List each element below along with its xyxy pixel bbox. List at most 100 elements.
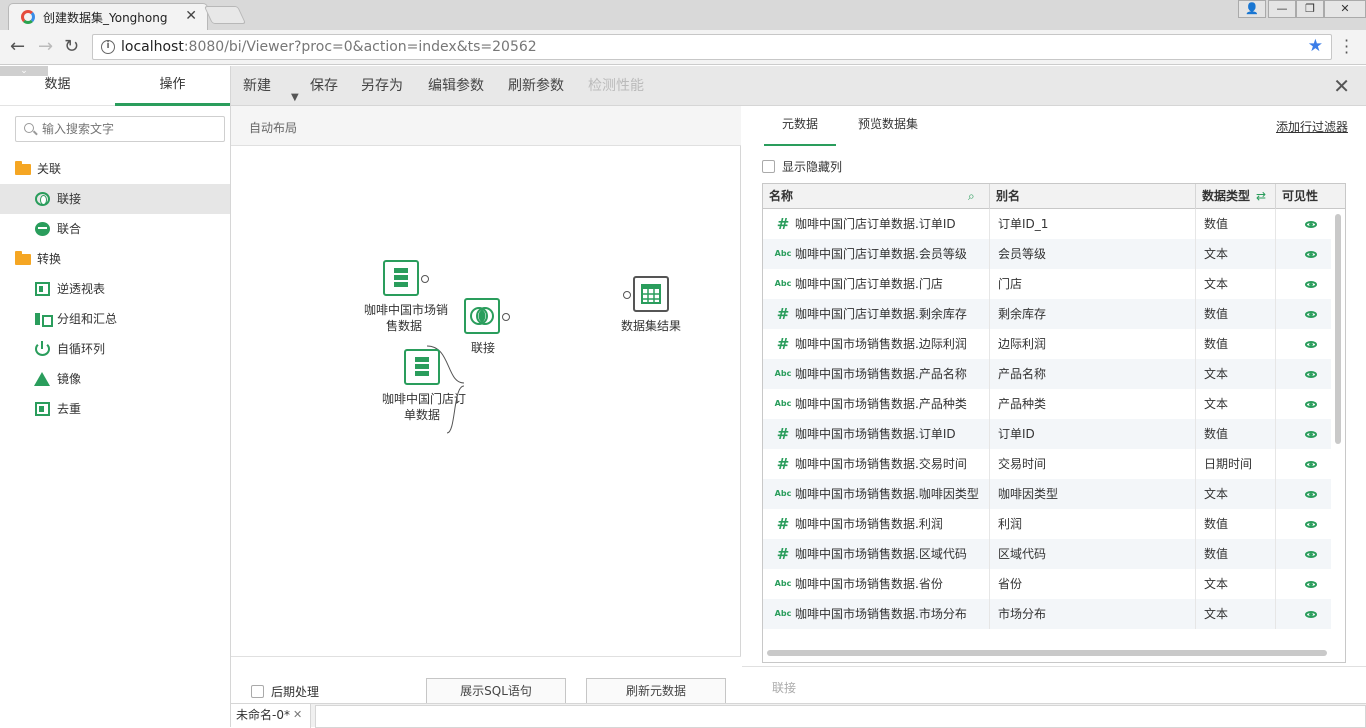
table-row[interactable]: Abc 咖啡中国市场销售数据.省份 省份 文本: [763, 569, 1331, 599]
window-close-icon[interactable]: ✕: [1324, 0, 1366, 18]
eye-icon[interactable]: [1305, 251, 1317, 258]
refresh-metadata-button[interactable]: 刷新元数据: [586, 678, 726, 704]
swap-icon[interactable]: ⇄: [1256, 184, 1266, 209]
minimize-icon[interactable]: —: [1268, 0, 1296, 18]
flow-canvas[interactable]: 自动布局 咖啡中国市场销 售数据 联接 咖啡中国门店订 单数据 数据集结果 后期…: [231, 106, 741, 727]
cell-alias[interactable]: 区域代码: [990, 539, 1196, 569]
eye-icon[interactable]: [1305, 401, 1317, 408]
user-icon[interactable]: 👤: [1238, 0, 1266, 18]
bookmark-star-icon[interactable]: ★: [1308, 36, 1323, 56]
cell-alias[interactable]: 利润: [990, 509, 1196, 539]
cell-type[interactable]: 数值: [1196, 209, 1276, 239]
table-row[interactable]: # 咖啡中国市场销售数据.交易时间 交易时间 日期时间: [763, 449, 1331, 479]
cell-alias[interactable]: 产品名称: [990, 359, 1196, 389]
table-row[interactable]: # 咖啡中国门店订单数据.订单ID 订单ID_1 数值: [763, 209, 1331, 239]
cell-type[interactable]: 文本: [1196, 239, 1276, 269]
new-button[interactable]: 新建 ▼: [243, 66, 299, 106]
url-input[interactable]: i localhost:8080/bi/Viewer?proc=0&action…: [92, 34, 1332, 60]
tree-item-unpivot[interactable]: 逆透视表: [0, 274, 230, 304]
cell-alias[interactable]: 交易时间: [990, 449, 1196, 479]
info-icon[interactable]: i: [101, 40, 115, 54]
tree-item-group-aggregate[interactable]: 分组和汇总: [0, 304, 230, 334]
cell-type[interactable]: 文本: [1196, 479, 1276, 509]
eye-icon[interactable]: [1305, 521, 1317, 528]
eye-icon[interactable]: [1305, 491, 1317, 498]
reload-icon[interactable]: ↻: [64, 36, 79, 57]
cell-alias[interactable]: 省份: [990, 569, 1196, 599]
refresh-params-button[interactable]: 刷新参数: [508, 66, 564, 106]
eye-icon[interactable]: [1305, 611, 1317, 618]
table-row[interactable]: # 咖啡中国市场销售数据.区域代码 区域代码 数值: [763, 539, 1331, 569]
tree-folder-association[interactable]: 关联: [0, 154, 230, 184]
tab-close-icon[interactable]: ✕: [185, 8, 197, 24]
search-icon[interactable]: ⌕: [968, 184, 975, 209]
table-row[interactable]: # 咖啡中国市场销售数据.订单ID 订单ID 数值: [763, 419, 1331, 449]
table-row[interactable]: # 咖啡中国市场销售数据.利润 利润 数值: [763, 509, 1331, 539]
cell-type[interactable]: 数值: [1196, 329, 1276, 359]
output-port[interactable]: [502, 313, 510, 321]
table-row[interactable]: Abc 咖啡中国市场销售数据.产品种类 产品种类 文本: [763, 389, 1331, 419]
back-arrow-icon[interactable]: ←: [10, 36, 25, 57]
column-header-visible[interactable]: 可见性: [1276, 184, 1345, 209]
tree-item-join[interactable]: 联接: [0, 184, 230, 214]
column-header-name[interactable]: 名称: [763, 184, 990, 209]
cell-type[interactable]: 文本: [1196, 599, 1276, 629]
cell-type[interactable]: 数值: [1196, 299, 1276, 329]
tree-item-mirror[interactable]: 镜像: [0, 364, 230, 394]
tree-folder-transform[interactable]: 转换: [0, 244, 230, 274]
eye-icon[interactable]: [1305, 281, 1317, 288]
document-tab[interactable]: 未命名-0* ✕: [231, 704, 311, 728]
close-icon[interactable]: ✕: [293, 704, 302, 726]
tab-operations[interactable]: 操作: [115, 66, 230, 106]
cell-alias[interactable]: 边际利润: [990, 329, 1196, 359]
show-hidden-checkbox[interactable]: [762, 160, 775, 173]
table-row[interactable]: Abc 咖啡中国市场销售数据.咖啡因类型 咖啡因类型 文本: [763, 479, 1331, 509]
horizontal-scrollbar[interactable]: [767, 650, 1327, 656]
browser-tab[interactable]: 创建数据集_Yonghong ✕: [8, 3, 208, 30]
eye-icon[interactable]: [1305, 551, 1317, 558]
search-input[interactable]: [42, 120, 218, 138]
output-port[interactable]: [421, 275, 429, 283]
cell-type[interactable]: 数值: [1196, 419, 1276, 449]
edit-params-button[interactable]: 编辑参数: [428, 66, 484, 106]
tab-metadata[interactable]: 元数据: [764, 106, 836, 146]
tab-preview-dataset[interactable]: 预览数据集: [846, 106, 930, 146]
table-row[interactable]: # 咖啡中国门店订单数据.剩余库存 剩余库存 数值: [763, 299, 1331, 329]
cell-alias[interactable]: 订单ID_1: [990, 209, 1196, 239]
browser-menu-icon[interactable]: · · ·: [1344, 33, 1350, 61]
check-performance-button[interactable]: 检测性能: [588, 66, 644, 106]
cell-type[interactable]: 数值: [1196, 539, 1276, 569]
input-port[interactable]: [623, 291, 631, 299]
table-row[interactable]: Abc 咖啡中国门店订单数据.会员等级 会员等级 文本: [763, 239, 1331, 269]
eye-icon[interactable]: [1305, 581, 1317, 588]
table-row[interactable]: Abc 咖啡中国门店订单数据.门店 门店 文本: [763, 269, 1331, 299]
cell-alias[interactable]: 市场分布: [990, 599, 1196, 629]
collapse-handle[interactable]: ⌄: [0, 66, 48, 76]
cell-alias[interactable]: 会员等级: [990, 239, 1196, 269]
eye-icon[interactable]: [1305, 311, 1317, 318]
cell-alias[interactable]: 咖啡因类型: [990, 479, 1196, 509]
tree-item-self-loop[interactable]: 自循环列: [0, 334, 230, 364]
eye-icon[interactable]: [1305, 221, 1317, 228]
cell-type[interactable]: 数值: [1196, 509, 1276, 539]
eye-icon[interactable]: [1305, 341, 1317, 348]
add-row-filter-link[interactable]: 添加行过滤器: [1276, 118, 1348, 135]
new-tab-button[interactable]: [203, 6, 247, 24]
cell-alias[interactable]: 订单ID: [990, 419, 1196, 449]
table-row[interactable]: Abc 咖啡中国市场销售数据.市场分布 市场分布 文本: [763, 599, 1331, 629]
cell-type[interactable]: 日期时间: [1196, 449, 1276, 479]
close-icon[interactable]: ✕: [1333, 74, 1350, 98]
save-as-button[interactable]: 另存为: [361, 66, 403, 106]
eye-icon[interactable]: [1305, 371, 1317, 378]
cell-type[interactable]: 文本: [1196, 359, 1276, 389]
tree-item-union[interactable]: 联合: [0, 214, 230, 244]
cell-type[interactable]: 文本: [1196, 569, 1276, 599]
post-process-checkbox[interactable]: [251, 685, 264, 698]
eye-icon[interactable]: [1305, 431, 1317, 438]
table-row[interactable]: Abc 咖啡中国市场销售数据.产品名称 产品名称 文本: [763, 359, 1331, 389]
cell-alias[interactable]: 剩余库存: [990, 299, 1196, 329]
cell-alias[interactable]: 门店: [990, 269, 1196, 299]
eye-icon[interactable]: [1305, 461, 1317, 468]
table-row[interactable]: # 咖啡中国市场销售数据.边际利润 边际利润 数值: [763, 329, 1331, 359]
cell-type[interactable]: 文本: [1196, 269, 1276, 299]
